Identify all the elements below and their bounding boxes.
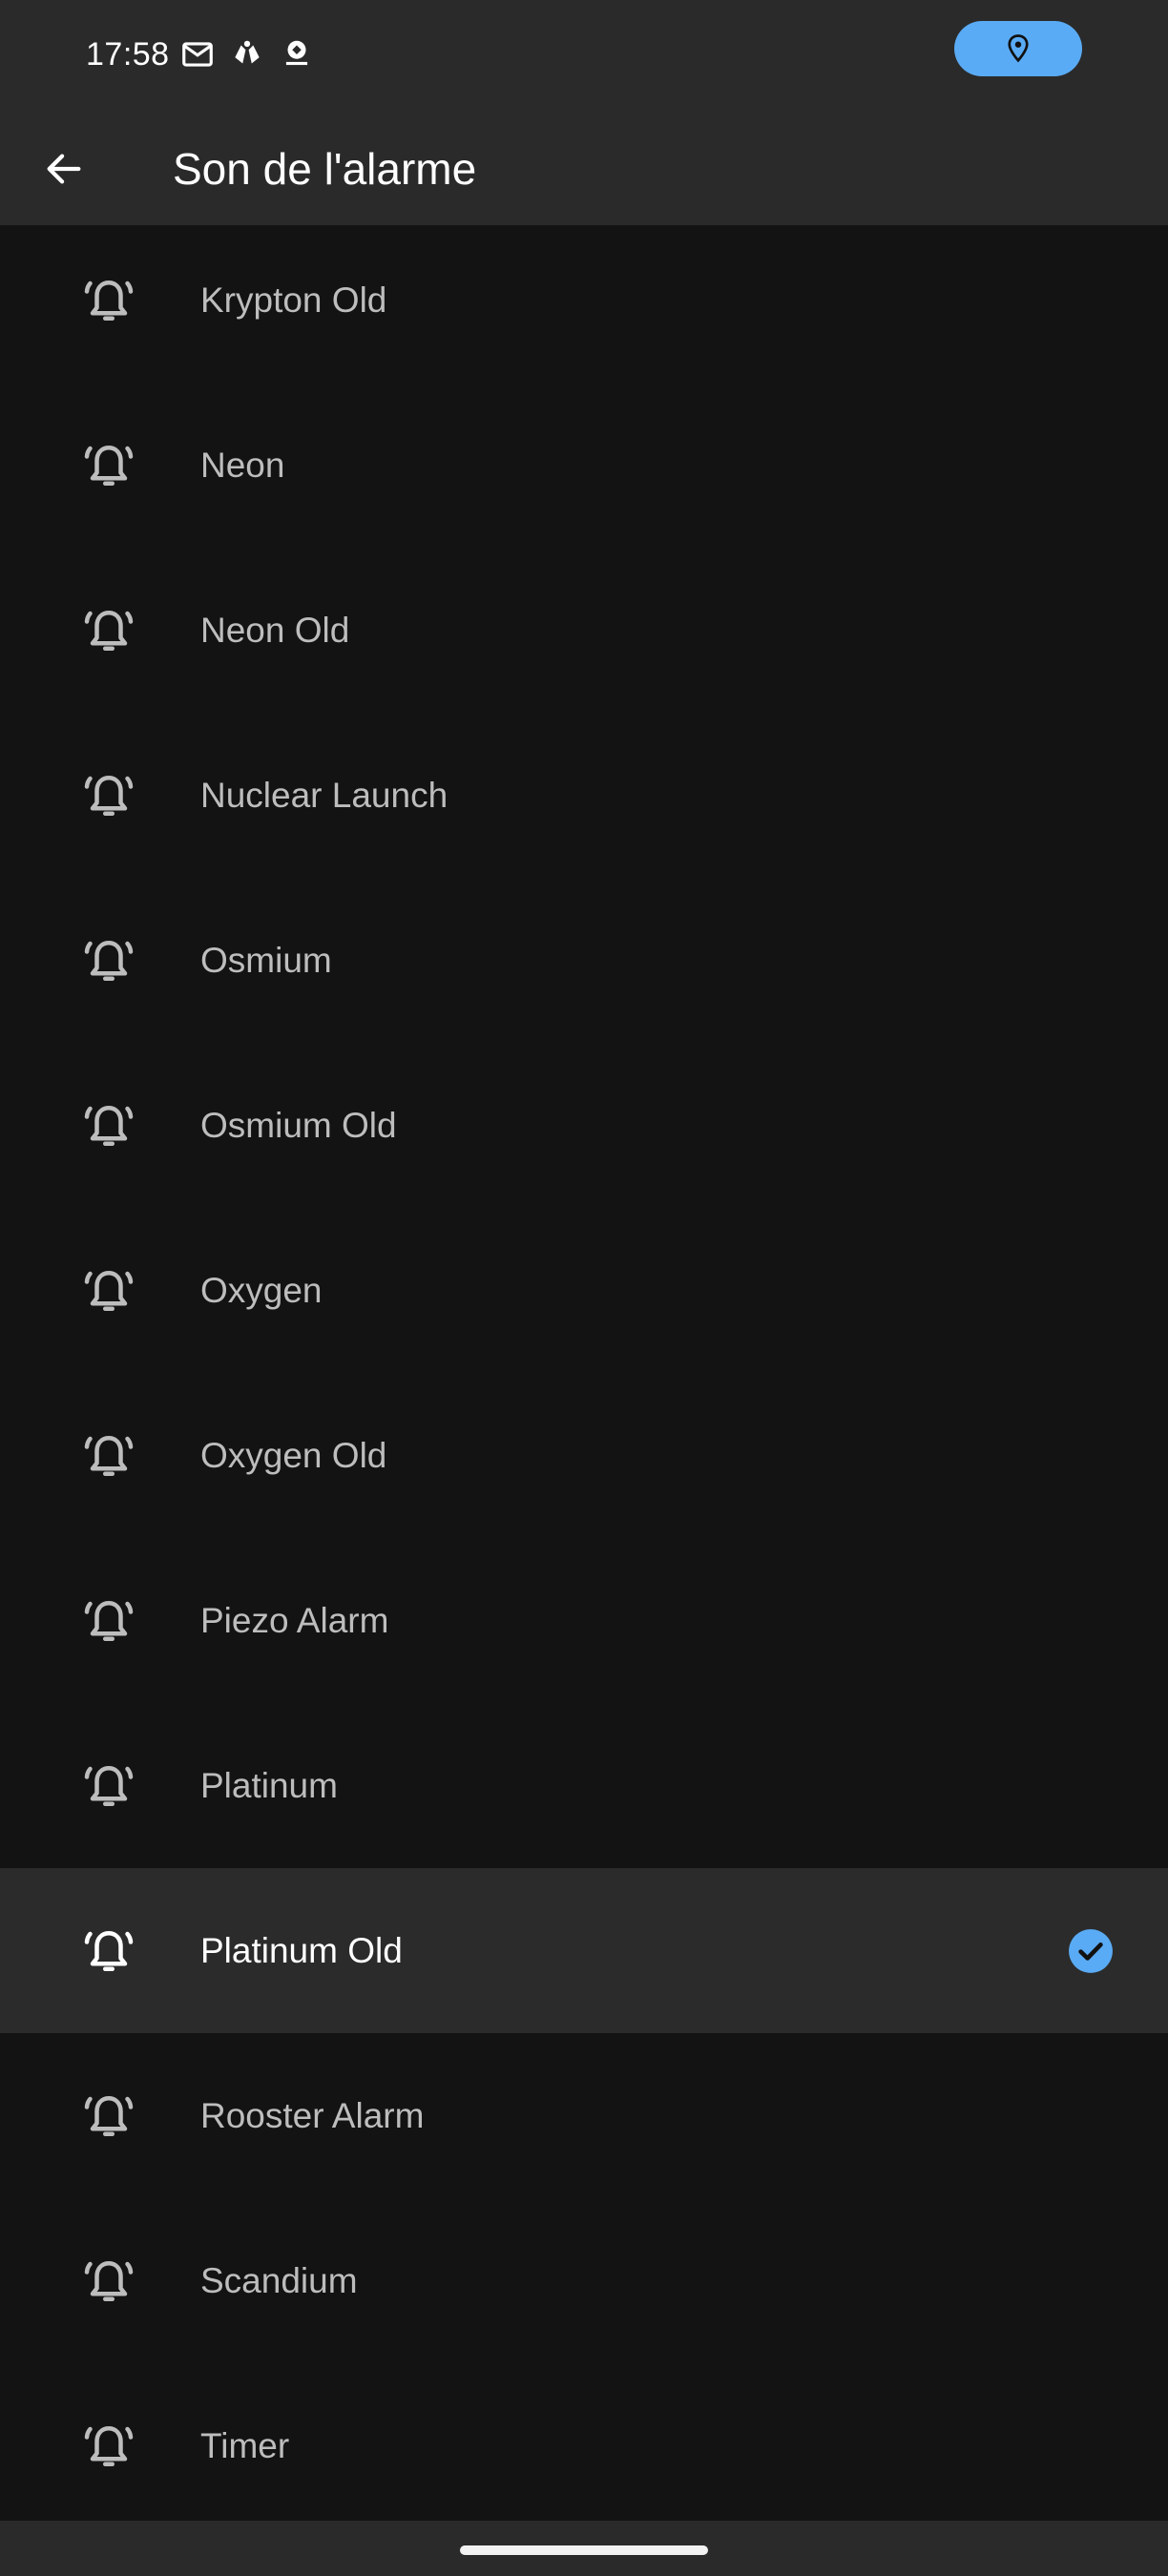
alarm-bell-icon	[80, 767, 137, 824]
arrow-left-icon	[47, 154, 81, 184]
navigation-bar	[0, 2521, 1168, 2576]
list-item[interactable]: Osmium Old	[0, 1043, 1168, 1208]
list-item-label: Osmium	[200, 940, 332, 980]
list-item-label: Neon Old	[200, 610, 350, 650]
alarm-bell-icon	[80, 1592, 137, 1650]
list-item[interactable]: Neon Old	[0, 548, 1168, 713]
alarm-bell-icon	[80, 272, 137, 329]
home-gesture-handle[interactable]	[460, 2545, 708, 2555]
mail-icon	[179, 36, 216, 73]
alarm-bell-icon	[80, 1097, 137, 1154]
location-indicator[interactable]	[954, 21, 1082, 76]
list-item[interactable]: Nuclear Launch	[0, 713, 1168, 878]
list-item-label: Piezo Alarm	[200, 1600, 389, 1640]
list-item[interactable]: Oxygen	[0, 1208, 1168, 1373]
status-bar: 17:58	[0, 0, 1168, 113]
list-item-label: Neon	[200, 445, 285, 485]
list-item[interactable]: Piezo Alarm	[0, 1538, 1168, 1703]
alarm-bell-icon	[80, 437, 137, 494]
page-title: Son de l'alarme	[173, 144, 477, 194]
alarm-bell-icon	[80, 932, 137, 989]
list-item-label: Scandium	[200, 2260, 358, 2300]
list-item-label: Platinum Old	[200, 1930, 403, 1970]
list-item[interactable]: Platinum	[0, 1703, 1168, 1868]
list-item[interactable]: Krypton Old	[0, 225, 1168, 383]
list-item[interactable]: Neon	[0, 383, 1168, 548]
app-bar: Son de l'alarme	[0, 113, 1168, 225]
list-item-label: Oxygen Old	[200, 1435, 387, 1475]
list-item[interactable]: Timer	[0, 2363, 1168, 2521]
check-circle-icon	[1067, 1927, 1115, 1975]
ringtone-list: Krypton Old Neon Neon Old Nuclear Launch Osm…	[0, 225, 1168, 2521]
list-item-label: Platinum	[200, 1765, 338, 1805]
list-item-label: Osmium Old	[200, 1105, 397, 1145]
list-item-label: Timer	[200, 2425, 290, 2465]
bouygues-icon	[279, 36, 315, 73]
list-item[interactable]: Scandium	[0, 2198, 1168, 2363]
hands-icon	[229, 36, 265, 73]
alarm-bell-icon	[80, 1757, 137, 1815]
list-item[interactable]: Platinum Old	[0, 1868, 1168, 2033]
list-item[interactable]: Osmium	[0, 878, 1168, 1043]
status-time: 17:58	[86, 36, 170, 73]
alarm-bell-icon	[80, 1262, 137, 1319]
list-item[interactable]: Oxygen Old	[0, 1373, 1168, 1538]
list-item-label: Nuclear Launch	[200, 775, 448, 815]
list-item-label: Krypton Old	[200, 280, 387, 320]
alarm-bell-icon	[80, 2418, 137, 2475]
list-item-label: Oxygen	[200, 1270, 323, 1310]
location-pin-icon	[1008, 34, 1029, 63]
alarm-bell-icon	[80, 1922, 137, 1980]
alarm-bell-icon	[80, 1427, 137, 1485]
list-item-label: Rooster Alarm	[200, 2095, 425, 2135]
list-item[interactable]: Rooster Alarm	[0, 2033, 1168, 2198]
alarm-bell-icon	[80, 2088, 137, 2145]
alarm-bell-icon	[80, 602, 137, 659]
back-button[interactable]	[29, 134, 99, 204]
alarm-bell-icon	[80, 2253, 137, 2310]
